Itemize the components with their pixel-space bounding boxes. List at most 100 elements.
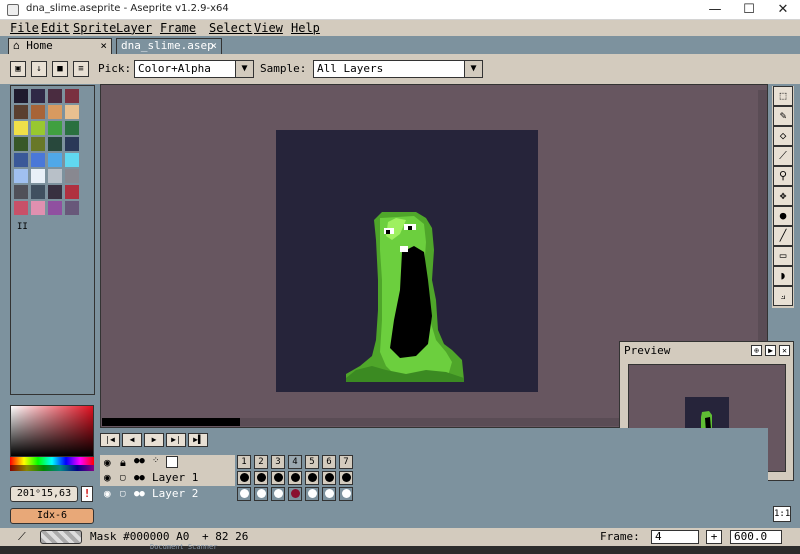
- line-tool-icon[interactable]: ╱: [773, 226, 793, 246]
- palette-swatch[interactable]: [48, 105, 62, 119]
- palette-swatch[interactable]: [14, 201, 28, 215]
- frame-header-2[interactable]: 2: [254, 455, 268, 469]
- palette-swatch[interactable]: [14, 137, 28, 151]
- palette-swatch[interactable]: [31, 185, 45, 199]
- chevron-down-icon[interactable]: ▼: [235, 61, 253, 77]
- add-frame-button[interactable]: +: [706, 530, 722, 544]
- palette-swatch[interactable]: [14, 169, 28, 183]
- zoom-input[interactable]: 600.0: [730, 530, 782, 544]
- rectangle-tool-icon[interactable]: ▭: [773, 246, 793, 266]
- color-picker-sv[interactable]: [10, 405, 94, 457]
- last-frame-icon[interactable]: ▶▌: [188, 433, 208, 447]
- eyedropper-tool-icon[interactable]: ⟋: [773, 146, 793, 166]
- palette-swatch[interactable]: [31, 137, 45, 151]
- sample-select[interactable]: All Layers ▼: [313, 60, 483, 78]
- cel-l2-f6[interactable]: [322, 487, 336, 501]
- download-icon[interactable]: ↓: [31, 61, 47, 77]
- lock-icon[interactable]: ▢: [120, 487, 125, 501]
- palette-swatch[interactable]: [65, 201, 79, 215]
- zoom-tool-icon[interactable]: ⚲: [773, 166, 793, 186]
- palette-swatch[interactable]: [31, 121, 45, 135]
- palette-swatch[interactable]: [65, 137, 79, 151]
- zoom-reset-button[interactable]: 1:1: [773, 506, 791, 522]
- palette-swatch[interactable]: [14, 121, 28, 135]
- palette-swatch[interactable]: [14, 105, 28, 119]
- blur-tool-icon[interactable]: ⟓: [773, 286, 793, 306]
- palette-swatch[interactable]: [48, 137, 62, 151]
- palette-swatch[interactable]: [65, 121, 79, 135]
- fill-tool-icon[interactable]: ●: [773, 206, 793, 226]
- layer-row-1[interactable]: ◉ ▢ ●● Layer 1: [100, 471, 235, 486]
- first-frame-icon[interactable]: |◀: [100, 433, 120, 447]
- close-button[interactable]: ✕: [766, 0, 800, 20]
- cel-l1-f5[interactable]: [305, 471, 319, 485]
- palette-swatch[interactable]: [31, 89, 45, 103]
- lock-icon[interactable]: ▣: [10, 61, 26, 77]
- frame-header-7[interactable]: 7: [339, 455, 353, 469]
- cel-l1-f1[interactable]: [237, 471, 251, 485]
- prev-frame-icon[interactable]: ◀: [122, 433, 142, 447]
- frame-header-5[interactable]: 5: [305, 455, 319, 469]
- palette-swatch[interactable]: [14, 153, 28, 167]
- lock-icon[interactable]: ▢: [120, 471, 125, 485]
- menu-edit[interactable]: Edit: [41, 21, 70, 35]
- frame-header-4[interactable]: 4: [288, 455, 302, 469]
- eraser-tool-icon[interactable]: ◇: [773, 126, 793, 146]
- menu-lines-icon[interactable]: ≡: [73, 61, 89, 77]
- palette-swatch[interactable]: [65, 153, 79, 167]
- palette-swatch[interactable]: [48, 121, 62, 135]
- sprite-canvas[interactable]: [276, 130, 538, 392]
- frame-input[interactable]: 4: [651, 530, 699, 544]
- cel-l2-f1[interactable]: [237, 487, 251, 501]
- cel-l2-f7[interactable]: [339, 487, 353, 501]
- cel-l2-f3[interactable]: [271, 487, 285, 501]
- lock-icon[interactable]: 🔒︎: [120, 456, 126, 470]
- layer-row-2[interactable]: ◉ ▢ ●● Layer 2: [100, 487, 235, 502]
- menu-sprite[interactable]: Sprite: [73, 21, 116, 35]
- pencil-tool-icon[interactable]: ✎: [773, 106, 793, 126]
- maximize-button[interactable]: ☐: [732, 0, 766, 20]
- eye-icon[interactable]: ◉: [104, 487, 111, 501]
- palette-swatch[interactable]: [65, 89, 79, 103]
- palette-swatch[interactable]: [48, 169, 62, 183]
- eye-icon[interactable]: ◉: [104, 471, 111, 485]
- frame-header-6[interactable]: 6: [322, 455, 336, 469]
- palette-swatch[interactable]: [48, 201, 62, 215]
- frame-header-1[interactable]: 1: [237, 455, 251, 469]
- warning-icon[interactable]: !: [81, 486, 93, 502]
- frame-header-3[interactable]: 3: [271, 455, 285, 469]
- tab-home-close-icon[interactable]: ×: [100, 39, 107, 53]
- eye-icon[interactable]: ◉: [104, 456, 111, 469]
- palette-swatch[interactable]: [48, 185, 62, 199]
- cel-l1-f2[interactable]: [254, 471, 268, 485]
- menu-frame[interactable]: Frame: [160, 21, 196, 35]
- hue-slider[interactable]: [10, 457, 94, 465]
- palette-swatch[interactable]: [31, 153, 45, 167]
- cel-l1-f3[interactable]: [271, 471, 285, 485]
- minimize-button[interactable]: —: [698, 0, 732, 20]
- marquee-tool-icon[interactable]: ⬚: [773, 86, 793, 106]
- tab-file-close-icon[interactable]: ×: [210, 39, 217, 53]
- palette-swatch[interactable]: [31, 105, 45, 119]
- play-icon[interactable]: ▶: [144, 433, 164, 447]
- palette-swatch[interactable]: [31, 201, 45, 215]
- menu-select[interactable]: Select: [209, 21, 252, 35]
- preview-play-icon[interactable]: ▶: [765, 345, 776, 356]
- contour-tool-icon[interactable]: ◗: [773, 266, 793, 286]
- chevron-down-icon[interactable]: ▼: [464, 61, 482, 77]
- palette-swatch[interactable]: [31, 169, 45, 183]
- bg-color-index[interactable]: Idx-6: [10, 508, 94, 524]
- alpha-slider[interactable]: [10, 465, 94, 471]
- cel-l2-f4[interactable]: [288, 487, 302, 501]
- preview-center-icon[interactable]: ⊕: [751, 345, 762, 356]
- palette-swatch[interactable]: [65, 185, 79, 199]
- link-icon[interactable]: ⁘: [152, 456, 160, 466]
- move-tool-icon[interactable]: ✥: [773, 186, 793, 206]
- tab-file[interactable]: dna_slime.asep ×: [116, 38, 222, 54]
- preview-close-icon[interactable]: ✕: [779, 345, 790, 356]
- menu-view[interactable]: View: [254, 21, 283, 35]
- fg-color-value[interactable]: 201ᵒ15,63: [10, 486, 78, 502]
- palette-swatch[interactable]: [65, 169, 79, 183]
- palette-swatch[interactable]: [48, 153, 62, 167]
- palette-swatch[interactable]: [14, 185, 28, 199]
